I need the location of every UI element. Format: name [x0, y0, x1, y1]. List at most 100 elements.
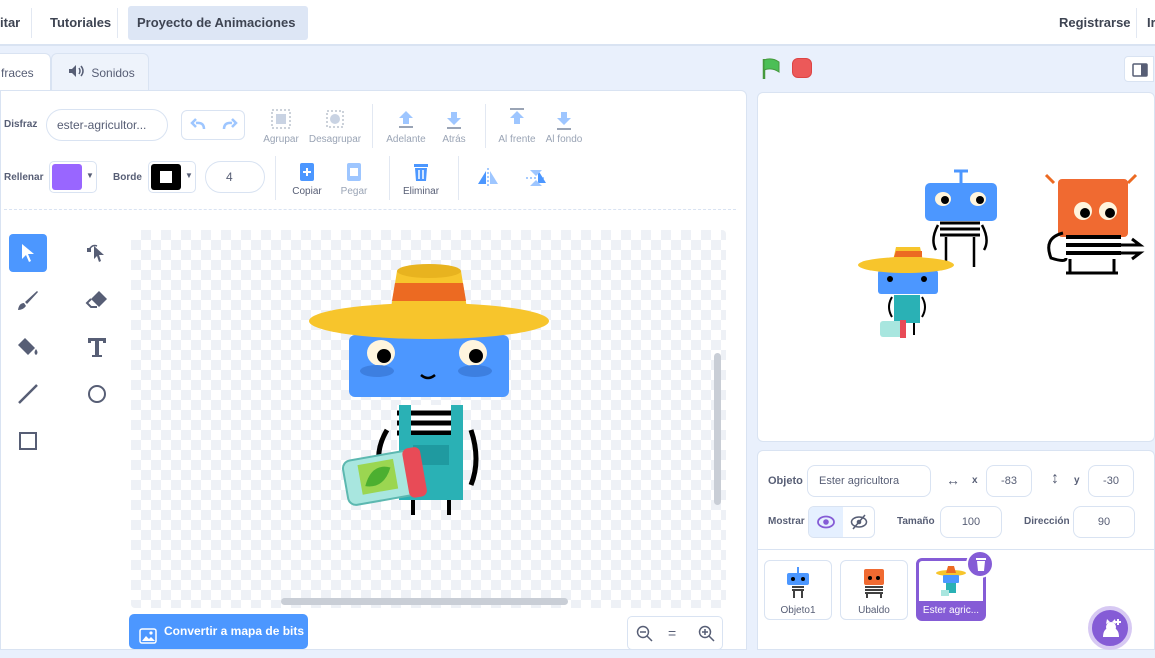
paste-button[interactable]: Pegar [336, 162, 372, 197]
vertical-arrows-icon: ↕ [1051, 470, 1059, 487]
sprite-thumb-ubaldo[interactable]: Ubaldo [840, 560, 908, 620]
text-icon [88, 338, 106, 357]
convert-bitmap-button[interactable]: Convertir a mapa de bits [129, 614, 308, 649]
group-button[interactable]: Agrupar [262, 108, 300, 145]
flip-horizontal-icon[interactable] [476, 167, 500, 194]
fill-label: Rellenar [4, 172, 44, 183]
arrow-cursor-icon [22, 244, 34, 262]
speaker-icon [68, 55, 84, 93]
tab-costumes-label: fraces [1, 66, 34, 80]
undo-icon[interactable] [190, 117, 208, 138]
zoom-in-icon[interactable] [698, 625, 716, 648]
direction-input[interactable] [1073, 506, 1135, 538]
copy-label: Copiar [292, 186, 322, 197]
paste-label: Pegar [340, 186, 368, 197]
trash-icon [414, 164, 428, 181]
show-hidden-button[interactable] [843, 507, 875, 537]
add-sprite-button[interactable] [1088, 606, 1132, 650]
copy-icon [300, 163, 314, 181]
delete-label: Eliminar [402, 186, 440, 197]
forward-icon [399, 111, 413, 128]
fill-swatch [52, 164, 82, 190]
menu-item-edit[interactable]: itar [0, 0, 20, 46]
text-tool[interactable] [78, 328, 116, 366]
group-icon [271, 109, 291, 129]
stage[interactable] [757, 92, 1155, 442]
line-tool[interactable] [9, 375, 47, 413]
forward-button[interactable]: Adelante [384, 108, 428, 145]
stage-size-button[interactable] [1124, 56, 1154, 82]
stop-icon[interactable] [792, 58, 812, 78]
circle-tool[interactable] [78, 375, 116, 413]
x-input[interactable] [986, 465, 1032, 497]
convert-bitmap-label: Convertir a mapa de bits [164, 624, 305, 638]
show-visible-button[interactable] [809, 507, 843, 537]
rectangle-tool[interactable] [9, 422, 47, 460]
group-label: Agrupar [263, 134, 299, 145]
outline-width-input[interactable] [205, 161, 265, 193]
redo-icon[interactable] [220, 117, 238, 138]
eye-slash-icon [850, 514, 868, 530]
green-flag-icon[interactable] [761, 58, 781, 85]
front-icon [510, 108, 524, 124]
horizontal-arrows-icon: ↔ [946, 472, 960, 488]
outline-color-picker[interactable]: ▼ [148, 161, 196, 193]
vertical-scrollbar[interactable] [714, 353, 721, 505]
signin-link[interactable]: Ir [1147, 0, 1155, 46]
panel-divider [757, 549, 1155, 550]
toolbar-divider [372, 104, 373, 148]
chevron-down-icon: ▼ [86, 171, 94, 180]
visibility-toggle [808, 506, 875, 538]
zoom-reset-icon[interactable]: = [668, 625, 676, 641]
robot-thumbnail [787, 567, 809, 598]
menu-item-tutorials[interactable]: Tutoriales [50, 0, 111, 46]
sprite-name-input[interactable] [807, 465, 931, 497]
brush-tool[interactable] [9, 281, 47, 319]
select-tool[interactable] [9, 234, 47, 272]
drawing-canvas[interactable] [131, 230, 726, 608]
object-label: Objeto [768, 475, 803, 487]
stage-sprite-ubaldo [1044, 173, 1145, 275]
sprite-thumb-objeto1[interactable]: Objeto1 [764, 560, 832, 620]
delete-button[interactable]: Eliminar [400, 162, 442, 197]
back-icon [557, 112, 571, 130]
toolbar-divider [275, 156, 276, 200]
x-label: x [972, 475, 978, 486]
backward-icon [447, 112, 461, 129]
size-input[interactable] [940, 506, 1002, 538]
sprite-name: Objeto1 [780, 605, 816, 616]
ungroup-icon [326, 110, 344, 128]
reshape-tool[interactable] [78, 234, 116, 272]
reshape-icon [87, 244, 104, 262]
costume-name-input[interactable] [46, 109, 168, 141]
backward-button[interactable]: Atrás [436, 108, 472, 145]
tab-sounds-label: Sonidos [91, 66, 135, 80]
copy-button[interactable]: Copiar [288, 162, 326, 197]
front-button[interactable]: Al frente [496, 108, 538, 145]
project-title-field[interactable]: Proyecto de Animaciones [128, 6, 308, 40]
fill-tool[interactable] [9, 328, 47, 366]
ester-thumbnail [936, 566, 966, 596]
forward-label: Adelante [386, 134, 426, 145]
cat-add-icon [1103, 619, 1121, 637]
outline-swatch [151, 164, 181, 190]
delete-sprite-button[interactable] [966, 550, 994, 578]
tab-sounds[interactable]: Sonidos [51, 53, 149, 91]
brush-icon [18, 291, 38, 310]
eye-icon [817, 515, 835, 529]
zoom-out-icon[interactable] [636, 625, 654, 648]
undo-redo-group [181, 110, 245, 140]
flip-vertical-icon[interactable] [524, 166, 548, 195]
paste-icon [347, 163, 361, 181]
y-input[interactable] [1088, 465, 1134, 497]
tab-costumes[interactable]: fraces [0, 53, 51, 91]
eraser-tool[interactable] [78, 281, 116, 319]
back-button[interactable]: Al fondo [545, 108, 583, 145]
horizontal-scrollbar[interactable] [281, 598, 568, 605]
zoom-controls: = [627, 616, 723, 650]
back-label: Al fondo [545, 134, 583, 145]
stage-sprite-ester [858, 247, 954, 338]
ungroup-button[interactable]: Desagrupar [307, 108, 363, 145]
register-link[interactable]: Registrarse [1059, 0, 1131, 46]
fill-color-picker[interactable]: ▼ [49, 161, 97, 193]
